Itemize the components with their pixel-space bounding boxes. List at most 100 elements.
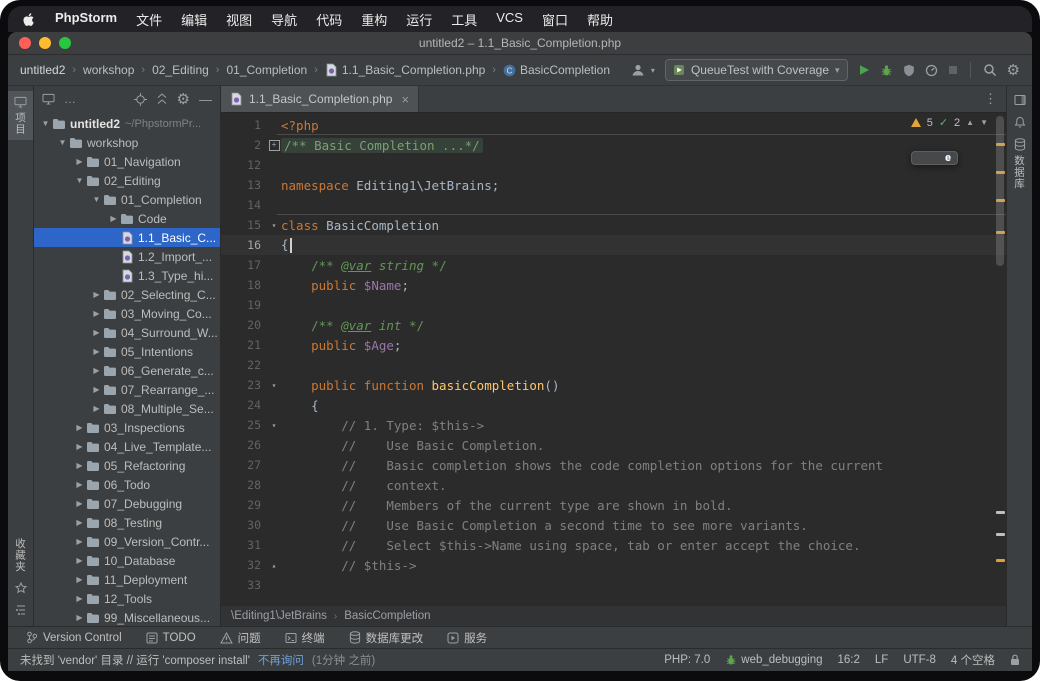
breadcrumb-item[interactable]: 01_Completion (226, 63, 307, 77)
code-line[interactable]: 16{ (221, 235, 1006, 255)
minimize-window-button[interactable] (39, 37, 51, 49)
code-line[interactable]: 33 (221, 575, 1006, 595)
tree-item[interactable]: ▶08_Testing (34, 513, 220, 532)
fold-marker-icon[interactable]: + (267, 140, 281, 151)
tree-item[interactable]: ▶99_Miscellaneous... (34, 608, 220, 626)
code-line[interactable]: 27 // Basic completion shows the code co… (221, 455, 1006, 475)
tool-window-button[interactable]: TODO (146, 632, 196, 644)
chevron-down-icon[interactable]: ▼ (40, 119, 51, 128)
chevron-right-icon[interactable]: ▶ (74, 537, 85, 546)
chevron-right-icon[interactable]: ▶ (91, 309, 102, 318)
menu-item[interactable]: 导航 (271, 10, 297, 29)
chevron-right-icon[interactable]: ▶ (74, 575, 85, 584)
collapse-all-icon[interactable] (156, 93, 168, 105)
profiler-icon[interactable] (925, 64, 938, 77)
menu-item[interactable]: 文件 (136, 10, 162, 29)
tree-item[interactable]: ▶05_Refactoring (34, 456, 220, 475)
tool-stripe-favorites[interactable]: 收藏夹 (13, 538, 28, 573)
user-icon[interactable] (631, 63, 645, 77)
tree-item[interactable]: ▶06_Generate_c... (34, 361, 220, 380)
chevron-down-icon[interactable]: ▼ (980, 118, 988, 127)
chevron-right-icon[interactable]: ▶ (91, 347, 102, 356)
search-icon[interactable] (983, 63, 997, 77)
chevron-right-icon[interactable]: ▶ (91, 366, 102, 375)
hide-icon[interactable]: — (199, 93, 212, 106)
editor-breadcrumb-item[interactable]: BasicCompletion (344, 610, 430, 622)
chevron-right-icon[interactable]: ▶ (74, 480, 85, 489)
tree-item[interactable]: ▶04_Live_Template... (34, 437, 220, 456)
tree-item[interactable]: ▶12_Tools (34, 589, 220, 608)
chevron-right-icon[interactable]: ▶ (91, 328, 102, 337)
inspection-widget[interactable]: 5 ✓ 2 ▲ ▼ (911, 116, 988, 129)
layout-icon[interactable] (1014, 94, 1026, 106)
chevron-right-icon[interactable]: ▶ (108, 214, 119, 223)
chevron-right-icon[interactable]: ▶ (74, 157, 85, 166)
fold-marker-icon[interactable]: ▴ (267, 561, 281, 570)
chevron-right-icon[interactable]: ▶ (74, 556, 85, 565)
code-line[interactable]: 21 public $Age; (221, 335, 1006, 355)
tree-item[interactable]: 1.1_Basic_C... (34, 228, 220, 247)
tool-window-button[interactable]: 问题 (220, 630, 261, 646)
bell-icon[interactable] (1014, 116, 1026, 128)
tree-item[interactable]: ▶07_Rearrange_... (34, 380, 220, 399)
chevron-right-icon[interactable]: ▶ (74, 594, 85, 603)
menu-item[interactable]: VCS (496, 10, 523, 29)
more-vert-icon[interactable]: ⋮ (984, 86, 1006, 112)
menu-item[interactable]: 代码 (316, 10, 342, 29)
code-line[interactable]: 23▾ public function basicCompletion() (221, 375, 1006, 395)
run-configuration-select[interactable]: QueueTest with Coverage ▾ (665, 59, 848, 81)
chevron-down-icon[interactable]: ▼ (74, 176, 85, 185)
tree-item[interactable]: ▶11_Deployment (34, 570, 220, 589)
chevron-right-icon[interactable]: ▶ (74, 461, 85, 470)
code-line[interactable]: 28 // context. (221, 475, 1006, 495)
browser-explorer-icon[interactable] (946, 156, 950, 160)
debug-icon[interactable] (880, 64, 893, 77)
tool-window-button[interactable]: 服务 (447, 630, 487, 646)
chevron-right-icon[interactable]: ▶ (74, 442, 85, 451)
tool-window-button[interactable]: 终端 (285, 630, 325, 646)
code-line[interactable]: 20 /** @var int */ (221, 315, 1006, 335)
code-line[interactable]: 24 { (221, 395, 1006, 415)
tree-item[interactable]: ▶07_Debugging (34, 494, 220, 513)
tree-item[interactable]: ▼01_Completion (34, 190, 220, 209)
code-line[interactable]: 1<?php (221, 115, 1006, 135)
tree-item[interactable]: ▶02_Selecting_C... (34, 285, 220, 304)
tree-item[interactable]: ▶Code (34, 209, 220, 228)
tree-item[interactable]: ▶08_Multiple_Se... (34, 399, 220, 418)
tool-window-button[interactable]: 数据库更改 (349, 630, 424, 646)
code-line[interactable]: 17 /** @var string */ (221, 255, 1006, 275)
fold-marker-icon[interactable]: ▾ (267, 381, 281, 390)
project-view-icon[interactable] (42, 93, 55, 105)
tree-item[interactable]: ▶01_Navigation (34, 152, 220, 171)
chevron-down-icon[interactable]: ▼ (91, 195, 102, 204)
tree-item[interactable]: ▶06_Todo (34, 475, 220, 494)
tree-item[interactable]: ▼workshop (34, 133, 220, 152)
breadcrumb-item[interactable]: CBasicCompletion (503, 63, 610, 77)
menu-item[interactable]: PhpStorm (55, 10, 117, 29)
tree-item[interactable]: ▶03_Inspections (34, 418, 220, 437)
bookmark-icon[interactable] (15, 582, 27, 594)
fold-marker-icon[interactable]: ▾ (267, 221, 281, 230)
code-line[interactable]: 14 (221, 195, 1006, 215)
stop-icon[interactable] (948, 65, 958, 75)
run-icon[interactable] (858, 64, 870, 76)
close-window-button[interactable] (19, 37, 31, 49)
tree-item[interactable]: 1.3_Type_hi... (34, 266, 220, 285)
chevron-right-icon[interactable]: ▶ (91, 385, 102, 394)
window-title-bar[interactable]: untitled2 – 1.1_Basic_Completion.php (8, 32, 1032, 55)
error-stripe-mark[interactable] (996, 533, 1005, 536)
chevron-right-icon[interactable]: ▶ (74, 518, 85, 527)
menu-item[interactable]: 工具 (451, 10, 477, 29)
project-header-ellipsis[interactable]: … (64, 92, 77, 106)
editor-scrollbar[interactable] (996, 116, 1004, 266)
code-line[interactable]: 22 (221, 355, 1006, 375)
tool-stripe-project[interactable]: 项目 (8, 91, 33, 140)
status-widget[interactable]: 4 个空格 (951, 652, 995, 668)
status-widget[interactable]: 16:2 (838, 654, 860, 666)
tree-item[interactable]: ▶04_Surround_W... (34, 323, 220, 342)
apple-icon[interactable] (22, 12, 36, 27)
locate-icon[interactable] (134, 93, 147, 106)
editor-breadcrumb-item[interactable]: \Editing1\JetBrains (231, 610, 327, 622)
chevron-right-icon[interactable]: ▶ (91, 404, 102, 413)
chevron-right-icon[interactable]: ▶ (91, 290, 102, 299)
